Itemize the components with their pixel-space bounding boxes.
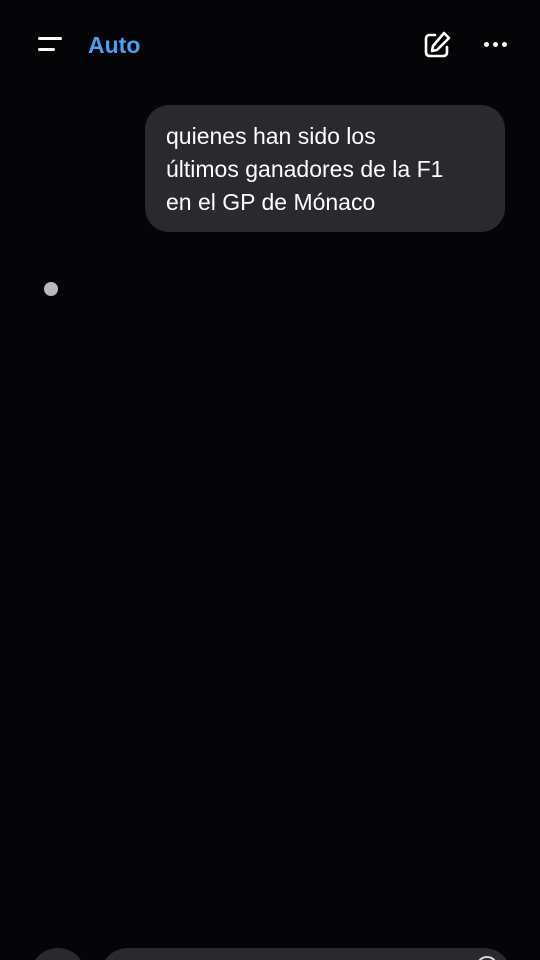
voice-icon[interactable]	[476, 956, 498, 960]
more-horizontal-icon[interactable]	[478, 28, 512, 62]
new-chat-edit-icon[interactable]	[420, 28, 454, 62]
menu-icon-line-bottom	[38, 48, 55, 51]
more-dot	[493, 42, 498, 47]
more-dot	[502, 42, 507, 47]
user-message-bubble[interactable]: quienes han sido los últimos ganadores d…	[145, 105, 505, 232]
model-selector[interactable]: Auto	[88, 30, 140, 60]
chat-screen: Auto quienes han sido los últimos ganado…	[0, 0, 540, 960]
top-bar: Auto	[0, 0, 540, 90]
menu-icon[interactable]	[30, 28, 70, 62]
assistant-loading-dot	[44, 282, 58, 296]
edit-icon-svg	[424, 31, 451, 58]
more-dot	[484, 42, 489, 47]
message-composer[interactable]	[100, 948, 512, 960]
plus-icon[interactable]	[30, 948, 86, 960]
menu-icon-line-top	[38, 37, 62, 40]
